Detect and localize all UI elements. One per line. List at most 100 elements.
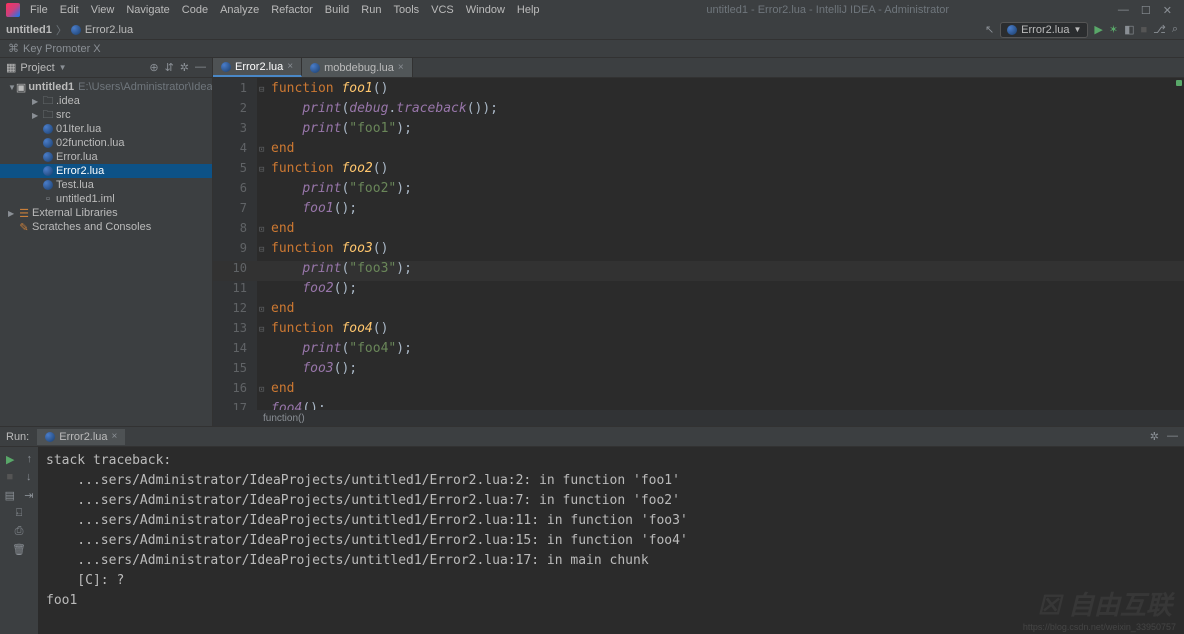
lua-icon — [42, 166, 54, 176]
breadcrumb-project[interactable]: untitled1 — [6, 24, 52, 36]
editor-breadcrumb[interactable]: function() — [213, 410, 1184, 426]
stop-button[interactable]: ■ — [6, 471, 13, 483]
code-line[interactable]: ⊡end — [257, 381, 1184, 401]
editor-body[interactable]: 1234567891011121314151617 ⊟function foo1… — [213, 78, 1184, 410]
caret-down-icon[interactable]: ▼ — [8, 83, 16, 92]
code-line[interactable]: ⊡end — [257, 141, 1184, 161]
run-button[interactable]: ▶ — [1094, 23, 1102, 36]
project-label[interactable]: Project — [20, 62, 54, 74]
run-toolbar: ▶ ↑ ■ ↓ ▤ ⇥ ⍇ ⎙ 🗑 — [0, 447, 38, 634]
editor: Error2.lua×mobdebug.lua× 123456789101112… — [213, 58, 1184, 426]
tree-label: 01Iter.lua — [56, 123, 101, 135]
search-icon[interactable]: ⌕ — [1172, 23, 1178, 36]
code-line[interactable]: ⊡end — [257, 221, 1184, 241]
run-coverage-icon[interactable]: ◧ — [1124, 23, 1134, 36]
close-icon[interactable]: × — [287, 61, 293, 72]
tree-item[interactable]: ▶🗀src — [0, 108, 212, 122]
hide-icon[interactable]: — — [195, 61, 206, 74]
up-icon[interactable]: ↑ — [26, 453, 32, 465]
menu-build[interactable]: Build — [319, 2, 355, 18]
menu-edit[interactable]: Edit — [54, 2, 85, 18]
menu-window[interactable]: Window — [460, 2, 511, 18]
code-line[interactable]: print("foo2"); — [257, 181, 1184, 201]
fold-start-icon[interactable]: ⊟ — [259, 85, 264, 95]
code-line[interactable]: print("foo3"); — [257, 261, 1184, 281]
tree-item[interactable]: ▫untitled1.iml — [0, 192, 212, 206]
fold-start-icon[interactable]: ⊟ — [259, 245, 264, 255]
menu-file[interactable]: File — [24, 2, 54, 18]
chevron-down-icon[interactable]: ▼ — [59, 63, 67, 72]
menu-view[interactable]: View — [85, 2, 121, 18]
menu-refactor[interactable]: Refactor — [265, 2, 319, 18]
gear-icon[interactable]: ✲ — [1150, 430, 1159, 443]
editor-tab[interactable]: mobdebug.lua× — [302, 58, 413, 77]
trash-icon[interactable]: 🗑 — [12, 543, 26, 556]
code-line[interactable]: foo3(); — [257, 361, 1184, 381]
editor-tab[interactable]: Error2.lua× — [213, 58, 302, 77]
close-icon[interactable]: × — [398, 62, 404, 73]
fold-start-icon[interactable]: ⊟ — [259, 165, 264, 175]
scratches-node[interactable]: ✎ Scratches and Consoles — [0, 220, 212, 234]
external-libraries[interactable]: ▶ ☰ External Libraries — [0, 206, 212, 220]
layout-icon[interactable]: ▤ — [5, 489, 15, 502]
export-icon[interactable]: ⍇ — [16, 507, 23, 520]
tree-item[interactable]: 02function.lua — [0, 136, 212, 150]
print-icon[interactable]: ⎙ — [15, 525, 24, 538]
tree-item[interactable]: Error2.lua — [0, 164, 212, 178]
code-line[interactable]: ⊟function foo1() — [257, 81, 1184, 101]
build-hammer-icon[interactable]: ↖ — [985, 23, 994, 36]
fold-start-icon[interactable]: ⊟ — [259, 325, 264, 335]
caret-right-icon[interactable]: ▶ — [32, 97, 42, 106]
fold-end-icon[interactable]: ⊡ — [259, 385, 264, 395]
tree-root[interactable]: ▼ ▣ untitled1 E:\Users\Administrator\Ide… — [0, 80, 212, 94]
caret-right-icon[interactable]: ▶ — [8, 209, 18, 218]
tree-item[interactable]: Error.lua — [0, 150, 212, 164]
wrap-icon[interactable]: ⇥ — [24, 489, 33, 502]
hide-icon[interactable]: — — [1167, 430, 1178, 443]
editor-gutter[interactable]: 1234567891011121314151617 — [213, 78, 257, 410]
project-tree[interactable]: ▼ ▣ untitled1 E:\Users\Administrator\Ide… — [0, 78, 212, 426]
fold-end-icon[interactable]: ⊡ — [259, 305, 264, 315]
menu-run[interactable]: Run — [355, 2, 387, 18]
code-line[interactable]: print(debug.traceback()); — [257, 101, 1184, 121]
close-icon[interactable]: × — [112, 431, 118, 442]
debug-button[interactable]: ✶ — [1109, 23, 1118, 36]
menu-help[interactable]: Help — [511, 2, 546, 18]
tree-item[interactable]: Test.lua — [0, 178, 212, 192]
maximize-icon[interactable]: ☐ — [1141, 4, 1151, 17]
run-session-tab[interactable]: Error2.lua × — [37, 429, 125, 445]
caret-right-icon[interactable]: ▶ — [32, 111, 42, 120]
run-config-selector[interactable]: Error2.lua ▼ — [1000, 22, 1088, 38]
stop-button[interactable]: ■ — [1140, 24, 1147, 36]
menu-analyze[interactable]: Analyze — [214, 2, 265, 18]
fold-end-icon[interactable]: ⊡ — [259, 225, 264, 235]
collapse-all-icon[interactable]: ⇵ — [165, 61, 174, 74]
git-icon[interactable]: ⎇ — [1153, 23, 1166, 36]
menu-tools[interactable]: Tools — [387, 2, 425, 18]
console-output[interactable]: stack traceback: ...sers/Administrator/I… — [38, 447, 1184, 634]
code-line[interactable]: print("foo4"); — [257, 341, 1184, 361]
tree-item[interactable]: ▶🗀.idea — [0, 94, 212, 108]
menu-code[interactable]: Code — [176, 2, 214, 18]
code-line[interactable]: foo4(); — [257, 401, 1184, 410]
down-icon[interactable]: ↓ — [26, 471, 32, 483]
code-line[interactable]: foo2(); — [257, 281, 1184, 301]
minimize-icon[interactable]: — — [1118, 4, 1129, 17]
tool-window-stripe[interactable]: ⌘ Key Promoter X — [0, 40, 1184, 58]
rerun-button[interactable]: ▶ — [6, 453, 14, 466]
gear-icon[interactable]: ✲ — [180, 61, 189, 74]
code-line[interactable]: ⊡end — [257, 301, 1184, 321]
code-area[interactable]: ⊟function foo1() print(debug.traceback()… — [257, 78, 1184, 410]
fold-end-icon[interactable]: ⊡ — [259, 145, 264, 155]
select-opened-file-icon[interactable]: ⊕ — [149, 61, 158, 74]
code-line[interactable]: ⊟function foo4() — [257, 321, 1184, 341]
breadcrumb-file[interactable]: Error2.lua — [85, 24, 133, 36]
code-line[interactable]: foo1(); — [257, 201, 1184, 221]
close-icon[interactable]: ✕ — [1163, 4, 1172, 17]
menu-vcs[interactable]: VCS — [425, 2, 460, 18]
tree-item[interactable]: 01Iter.lua — [0, 122, 212, 136]
menu-navigate[interactable]: Navigate — [120, 2, 175, 18]
code-line[interactable]: ⊟function foo3() — [257, 241, 1184, 261]
code-line[interactable]: ⊟function foo2() — [257, 161, 1184, 181]
code-line[interactable]: print("foo1"); — [257, 121, 1184, 141]
